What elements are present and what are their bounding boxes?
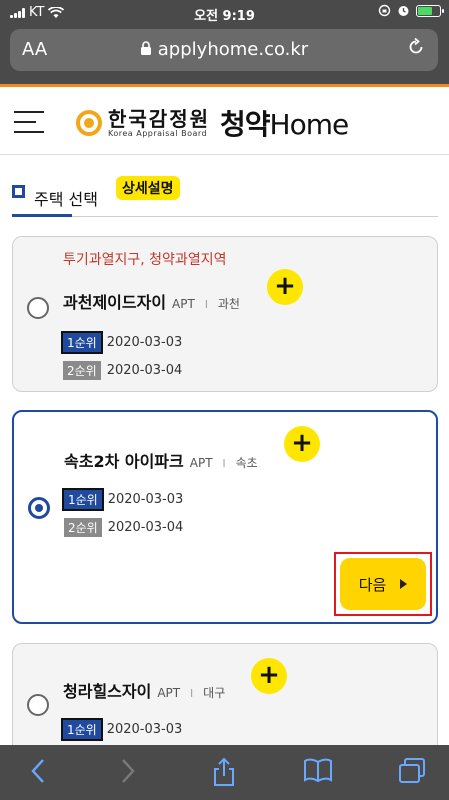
listing-card-selected[interactable]: 속초2차 아이파크 APT l 속초 + 1순위 2020-03-03 2순위 … [12, 410, 438, 624]
site-header: 한국감정원 Korea Appraisal Board 청약Home [0, 87, 449, 155]
tab-label: 주택 선택 [34, 190, 98, 209]
rank-badge: 2순위 [64, 518, 102, 537]
detail-info-button[interactable]: 상세설명 [116, 176, 180, 200]
battery-icon [416, 4, 444, 17]
separator: l [222, 457, 226, 470]
lock-icon [140, 41, 151, 55]
house-name: 청라힐스자이 [63, 682, 152, 701]
rotation-lock-icon [378, 4, 391, 17]
rank-row: 1순위 2020-03-03 [62, 488, 184, 511]
forward-icon[interactable] [108, 757, 148, 787]
next-button-label: 다음 [358, 575, 387, 594]
regulation-notice: 투기과열지구, 청약과열지역 [63, 252, 227, 268]
listing-radio[interactable] [27, 297, 49, 319]
plus-icon[interactable]: + [267, 269, 303, 305]
brand-name: 청약Home [220, 108, 349, 141]
rank-date: 2020-03-04 [106, 363, 183, 378]
house-region: 과천 [217, 297, 240, 311]
house-name: 과천제이드자이 [63, 293, 167, 312]
rank-row: 1순위 2020-03-03 [61, 331, 183, 354]
tab-house-select[interactable]: 주택 선택 [12, 181, 98, 217]
house-type: APT [189, 456, 213, 470]
listing-radio[interactable] [27, 694, 49, 716]
square-icon [12, 185, 25, 198]
rank-row: 2순위 2020-03-04 [63, 361, 182, 380]
rank-badge: 1순위 [61, 331, 103, 354]
play-arrow-icon [400, 579, 408, 589]
logo-korean: 한국감정원 [108, 106, 210, 131]
plus-icon[interactable]: + [251, 658, 287, 694]
house-region: 대구 [203, 686, 226, 700]
listing-card[interactable]: 투기과열지구, 청약과열지역 과천제이드자이 APT l 과천 + 1순위 20… [12, 236, 438, 392]
tab-row: 주택 선택 상세설명 [12, 175, 438, 217]
status-bar: KT 오전 9:19 [0, 0, 449, 26]
reload-icon[interactable] [406, 37, 426, 62]
logo-mark-icon [76, 110, 102, 136]
url-text: applyhome.co.kr [157, 39, 309, 60]
back-icon[interactable] [18, 757, 58, 787]
plus-icon[interactable]: + [284, 426, 320, 462]
listing-radio[interactable] [28, 497, 50, 519]
rank-date: 2020-03-03 [106, 722, 183, 737]
share-icon[interactable] [204, 757, 244, 787]
rank-row: 1순위 2020-03-03 [61, 718, 183, 741]
site-logo[interactable]: 한국감정원 Korea Appraisal Board 청약Home [76, 103, 349, 143]
logo-english: Korea Appraisal Board [108, 128, 208, 138]
separator: l [204, 298, 208, 311]
bookmarks-icon[interactable] [298, 757, 338, 787]
menu-icon[interactable] [14, 111, 44, 133]
browser-toolbar [0, 745, 449, 800]
rank-badge: 1순위 [61, 718, 103, 741]
separator: l [190, 687, 194, 700]
rank-badge: 2순위 [63, 361, 101, 380]
rank-date: 2020-03-03 [106, 335, 183, 350]
tabs-icon[interactable] [392, 757, 432, 787]
house-type: APT [172, 297, 195, 311]
rank-badge: 1순위 [62, 488, 104, 511]
browser-address-bar: AA applyhome.co.kr [0, 26, 449, 84]
house-type: APT [157, 686, 181, 700]
next-button[interactable]: 다음 [340, 558, 426, 610]
alarm-icon [398, 6, 409, 16]
house-name: 속초2차 아이파크 [64, 452, 184, 471]
house-region: 속초 [235, 456, 258, 470]
url-field[interactable]: AA applyhome.co.kr [10, 29, 438, 71]
rank-date: 2020-03-04 [107, 520, 184, 535]
rank-date: 2020-03-03 [107, 492, 184, 507]
rank-row: 2순위 2020-03-04 [64, 518, 183, 537]
next-button-highlight: 다음 [334, 552, 432, 616]
